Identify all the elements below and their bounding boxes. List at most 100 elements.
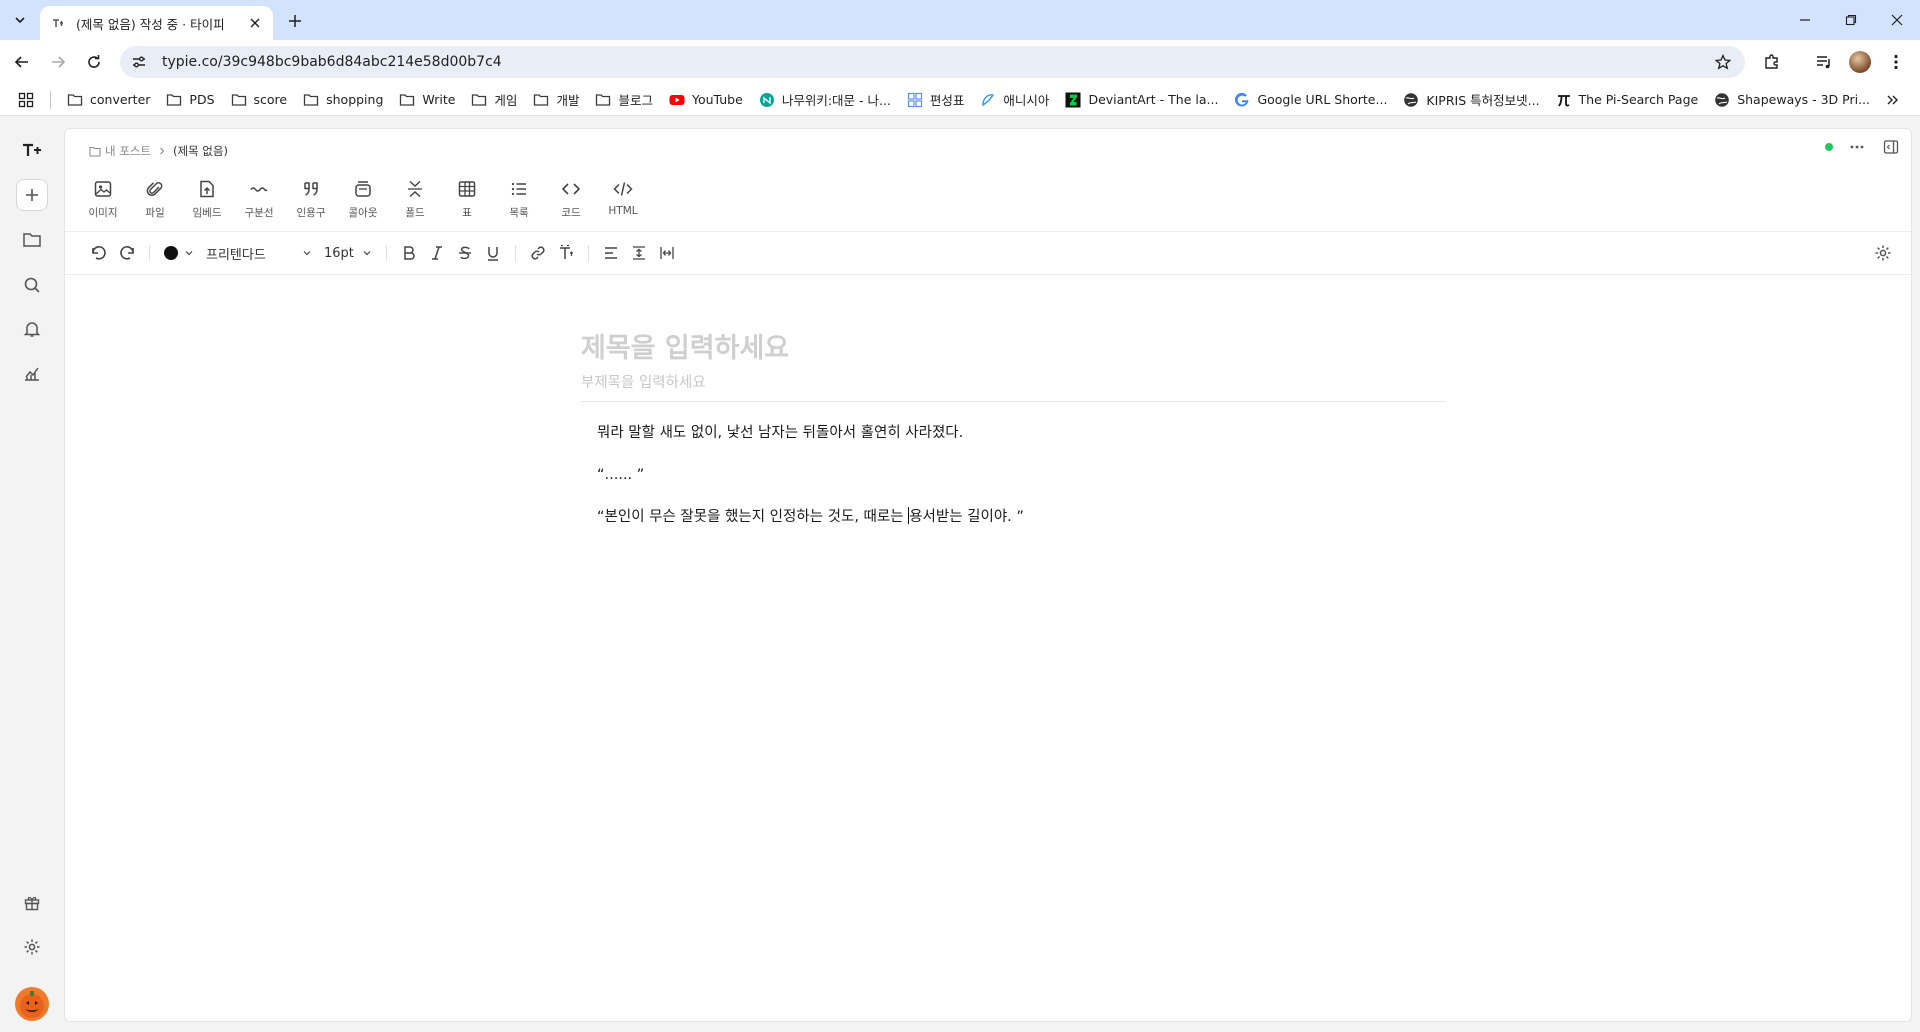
new-tab-button[interactable] [282, 8, 308, 34]
tab-close-button[interactable] [247, 15, 263, 31]
text-color-picker[interactable] [158, 239, 200, 267]
insert-table-button[interactable]: 표 [441, 173, 493, 227]
line-height-button[interactable] [625, 239, 653, 267]
bookmark-item[interactable]: The Pi-Search Page [1548, 87, 1707, 113]
bookmark-item[interactable]: KIPRIS 특허정보넷... [1395, 87, 1547, 113]
insert-callout-button[interactable]: 콜아웃 [337, 173, 389, 227]
bookmark-item[interactable]: 편성표 [899, 87, 973, 113]
plus-icon [26, 189, 38, 201]
redo-button[interactable] [113, 239, 141, 267]
toggle-panel-button[interactable] [1881, 137, 1901, 157]
list-icon [509, 179, 529, 205]
window-restore-button[interactable] [1828, 0, 1874, 40]
insert-paperclip-button[interactable]: 파일 [129, 173, 181, 227]
font-size-select[interactable]: 16pt [318, 239, 378, 267]
paragraph[interactable]: 뭐라 말할 새도 없이, 낯선 남자는 뒤돌아서 홀연히 사라졌다. [597, 422, 1445, 444]
insert-list-button[interactable]: 목록 [493, 173, 545, 227]
window-close-button[interactable] [1874, 0, 1920, 40]
bookmark-item[interactable]: Write [391, 87, 463, 113]
title-input[interactable]: 제목을 입력하세요 [581, 329, 1445, 369]
table-icon [457, 179, 477, 205]
undo-button[interactable] [85, 239, 113, 267]
insert-tool-label: HTML [608, 205, 638, 217]
strikethrough-button[interactable] [451, 239, 479, 267]
chevron-down-icon [363, 251, 371, 256]
insert-tool-label: 콜아웃 [348, 207, 378, 219]
double-chevron-right-icon [1887, 95, 1898, 105]
bookmark-item[interactable]: converter [59, 87, 158, 113]
youtube-icon [669, 92, 685, 108]
typie-home-button[interactable] [16, 134, 48, 166]
undo-icon [92, 246, 106, 260]
bookmark-item[interactable]: Shapeways - 3D Pri... [1706, 87, 1878, 113]
insert-html-button[interactable]: HTML [597, 173, 649, 227]
bookmark-item[interactable]: 나무위키:대문 - 나... [751, 87, 899, 113]
typie-logo-icon [23, 143, 41, 156]
media-control-button[interactable] [1810, 48, 1838, 76]
posts-folder-button[interactable] [16, 224, 48, 256]
insert-fold-button[interactable]: 폴드 [389, 173, 441, 227]
letter-spacing-button[interactable] [653, 239, 681, 267]
quote-icon [301, 179, 321, 205]
more-options-button[interactable] [1847, 137, 1867, 157]
insert-embed-button[interactable]: 임베드 [181, 173, 233, 227]
url-text[interactable]: typie.co/39c948bc9bab6d84abc214e58d00b7c… [162, 54, 1709, 70]
bookmark-item[interactable]: shopping [295, 87, 391, 113]
extensions-button[interactable] [1758, 48, 1786, 76]
document-body[interactable]: 뭐라 말할 새도 없이, 낯선 남자는 뒤돌아서 홀연히 사라졌다. “....… [581, 422, 1445, 528]
font-family-select[interactable]: 프리텐다드 [200, 239, 318, 267]
back-button[interactable] [8, 48, 36, 76]
bookmark-item[interactable]: 개발 [525, 87, 587, 113]
forward-button[interactable] [44, 48, 72, 76]
search-button[interactable] [16, 269, 48, 301]
insert-code-button[interactable]: 코드 [545, 173, 597, 227]
bold-button[interactable] [395, 239, 423, 267]
bookmark-item[interactable]: Google URL Shorte... [1226, 87, 1395, 113]
apps-button[interactable] [14, 88, 38, 112]
new-post-button[interactable] [16, 179, 48, 211]
paragraph[interactable]: “본인이 무슨 잘못을 했는지 인정하는 것도, 때로는 용서받는 길이야. ” [597, 506, 1445, 528]
link-button[interactable] [524, 239, 552, 267]
bookmark-item[interactable]: YouTube [661, 87, 751, 113]
toolbar-separator [149, 245, 150, 261]
bookmark-item[interactable]: DeviantArt - The la... [1057, 87, 1226, 113]
bookmark-item[interactable]: score [223, 87, 296, 113]
text-align-button[interactable] [597, 239, 625, 267]
insert-quote-button[interactable]: 인용구 [285, 173, 337, 227]
insert-divider-button[interactable]: 구분선 [233, 173, 285, 227]
subtitle-input[interactable]: 부제목을 입력하세요 [581, 371, 1445, 395]
chevron-down-icon [15, 17, 25, 24]
site-info-icon[interactable] [130, 53, 148, 71]
code-icon [561, 179, 581, 205]
breadcrumb-root[interactable]: 내 포스트 [105, 143, 151, 159]
italic-button[interactable] [423, 239, 451, 267]
insert-tool-label: 코드 [561, 207, 581, 219]
gift-button[interactable] [16, 887, 48, 919]
editor-settings-button[interactable] [1869, 239, 1897, 267]
bookmark-item[interactable]: 블로그 [587, 87, 661, 113]
user-avatar[interactable] [15, 987, 49, 1021]
settings-button[interactable] [16, 931, 48, 963]
ruby-text-button[interactable] [552, 239, 580, 267]
window-minimize-button[interactable] [1782, 0, 1828, 40]
bookmark-item[interactable]: 애니시아 [972, 87, 1057, 113]
notifications-button[interactable] [16, 313, 48, 345]
address-bar[interactable]: typie.co/39c948bc9bab6d84abc214e58d00b7c… [120, 46, 1745, 78]
reload-button[interactable] [80, 48, 108, 76]
browser-menu-button[interactable] [1882, 48, 1910, 76]
paragraph[interactable]: “...... ” [597, 464, 1445, 486]
bookmark-item[interactable]: PDS [158, 87, 222, 113]
paragraph-text: 용서받는 길이야. ” [909, 509, 1024, 525]
bookmark-star-button[interactable] [1709, 48, 1737, 76]
toolbar-separator [386, 245, 387, 261]
more-bookmarks-button[interactable] [1880, 88, 1904, 112]
html-icon [613, 179, 633, 205]
stats-button[interactable] [16, 357, 48, 389]
profile-button[interactable] [1846, 48, 1874, 76]
tab-search-button[interactable] [8, 8, 32, 32]
browser-tab-active[interactable]: (제목 없음) 작성 중 · 타이피 [40, 6, 273, 40]
folder-icon [23, 233, 41, 247]
underline-button[interactable] [479, 239, 507, 267]
bookmark-item[interactable]: 게임 [463, 87, 525, 113]
insert-image-button[interactable]: 이미지 [77, 173, 129, 227]
